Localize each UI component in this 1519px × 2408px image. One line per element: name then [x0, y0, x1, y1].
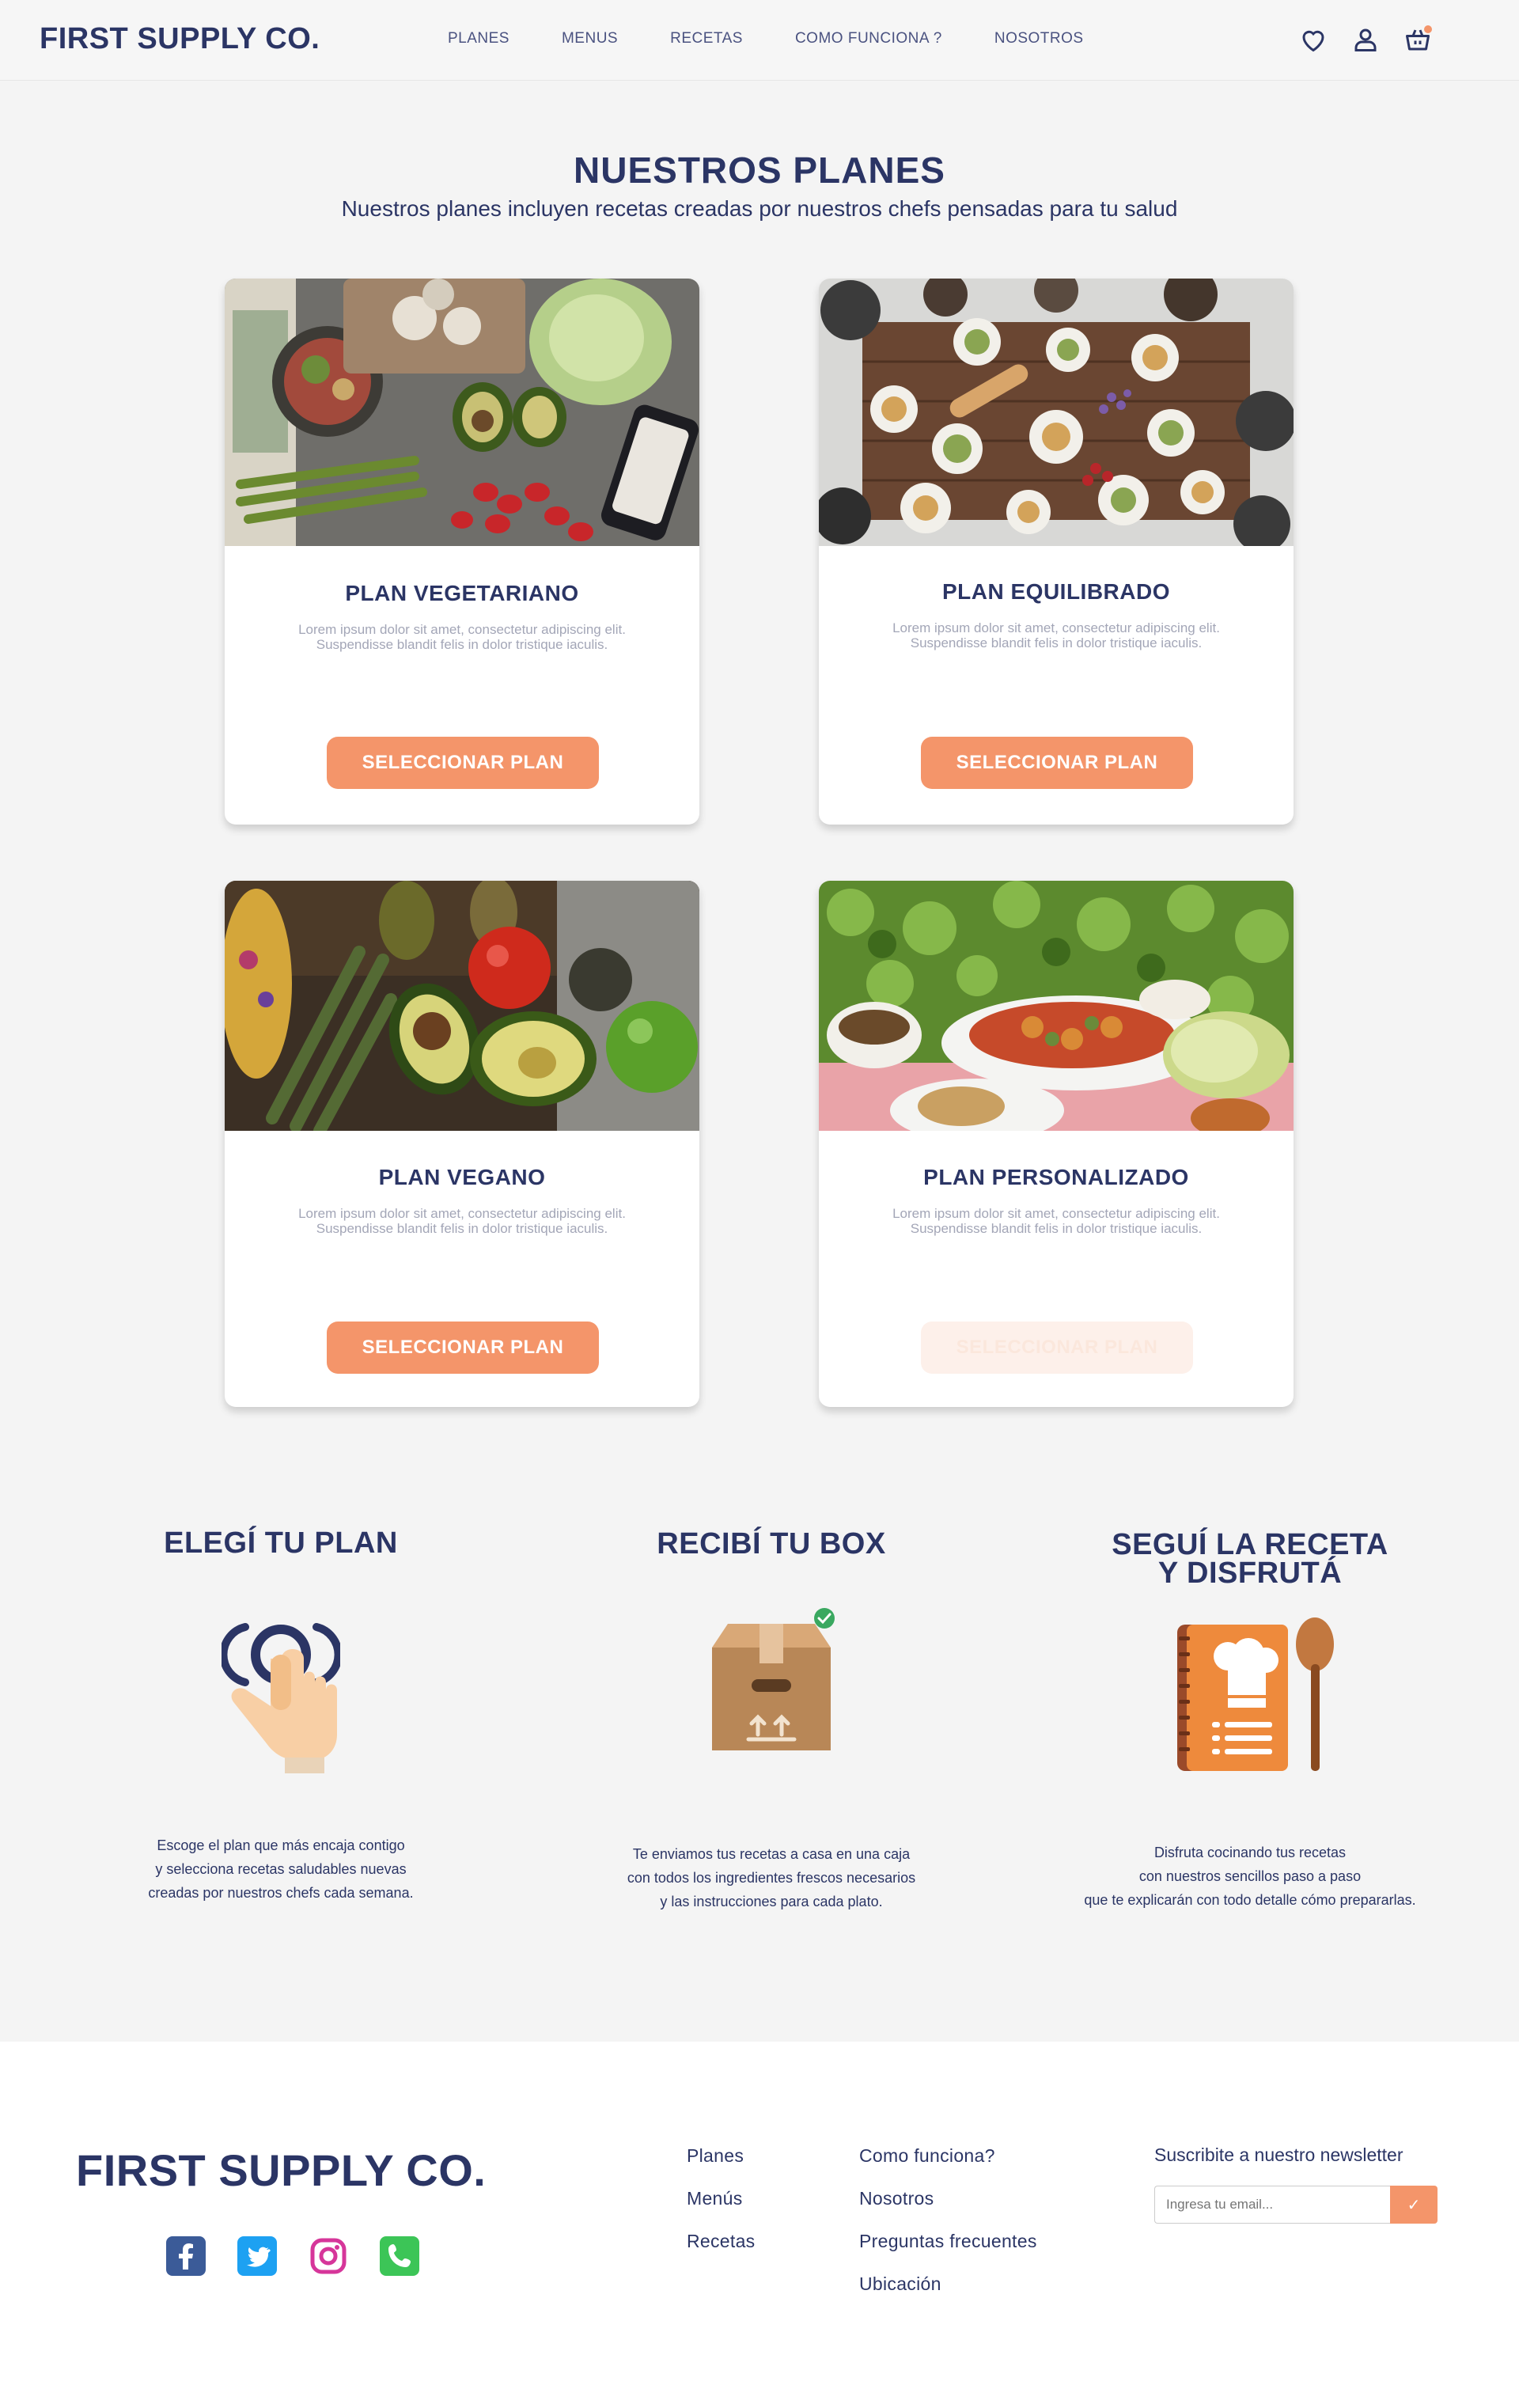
plan-desc-line2: Suspendisse blandit felis in dolor trist… — [316, 637, 608, 652]
plan-desc-line1: Lorem ipsum dolor sit amet, consectetur … — [298, 1206, 626, 1221]
step-title-choose: ELEGÍ TU PLAN — [123, 1526, 439, 1560]
select-plan-button[interactable]: SELECCIONAR PLAN — [327, 737, 599, 789]
step-text-line3: creadas por nuestros chefs cada semana. — [148, 1885, 414, 1901]
plan-title: PLAN PERSONALIZADO — [923, 1165, 1189, 1189]
step-text-line2: con todos los ingredientes frescos neces… — [627, 1870, 916, 1886]
plan-card-personalizado: PLAN PERSONALIZADO Lorem ipsum dolor sit… — [819, 881, 1294, 1407]
nav-nosotros[interactable]: NOSOTROS — [994, 30, 1084, 47]
nav-menus[interactable]: MENUS — [562, 30, 618, 47]
nav-como-funciona[interactable]: COMO FUNCIONA ? — [795, 30, 942, 47]
plan-title: PLAN VEGANO — [378, 1165, 546, 1189]
plan-title: PLAN VEGETARIANO — [345, 581, 579, 605]
plan-photo-equilibrado — [819, 279, 1294, 552]
plan-description: Lorem ipsum dolor sit amet, consectetur … — [874, 620, 1238, 650]
header-logo[interactable]: FIRST SUPPLY CO. — [40, 22, 320, 56]
footer-link-ubicacion[interactable]: Ubicación — [859, 2273, 941, 2295]
footer-logo[interactable]: FIRST SUPPLY CO. — [76, 2144, 486, 2196]
step-title-enjoy: SEGUÍ LA RECETA Y DISFRUTÁ — [1092, 1530, 1408, 1590]
step-title-line2: Y DISFRUTÁ — [1157, 1557, 1343, 1590]
plan-desc-line2: Suspendisse blandit felis in dolor trist… — [316, 1221, 608, 1236]
footer-link-como-funciona[interactable]: Como funciona? — [859, 2145, 995, 2167]
step-text-receive: Te enviamos tus recetas a casa en una ca… — [566, 1842, 977, 1913]
phone-icon[interactable] — [380, 2236, 419, 2276]
step-title-line1: RECIBÍ TU BOX — [657, 1527, 886, 1560]
step-text-line2: con nuestros sencillos paso a paso — [1138, 1868, 1362, 1884]
plan-card-vegano: PLAN VEGANO Lorem ipsum dolor sit amet, … — [225, 881, 699, 1407]
newsletter-email-input[interactable] — [1154, 2186, 1390, 2224]
hand-tap-icon — [219, 1611, 343, 1781]
nav-planes[interactable]: PLANES — [448, 30, 509, 47]
plan-description: Lorem ipsum dolor sit amet, consectetur … — [280, 1206, 644, 1236]
nav-recetas[interactable]: RECETAS — [670, 30, 743, 47]
newsletter-submit-button[interactable]: ✓ — [1390, 2186, 1438, 2224]
step-text-enjoy: Disfruta cocinando tus recetas con nuestr… — [1036, 1841, 1464, 1912]
delivery-box-icon — [696, 1608, 847, 1770]
select-plan-button-disabled[interactable]: SELECCIONAR PLAN — [921, 1322, 1193, 1374]
plan-desc-line2: Suspendisse blandit felis in dolor trist… — [910, 635, 1203, 650]
footer-link-menus[interactable]: Menús — [687, 2188, 743, 2209]
plan-desc-line1: Lorem ipsum dolor sit amet, consectetur … — [892, 620, 1220, 635]
step-text-line3: y las instrucciones para cada plato. — [660, 1894, 883, 1909]
footer-link-recetas[interactable]: Recetas — [687, 2231, 755, 2252]
newsletter-title: Suscribite a nuestro newsletter — [1154, 2144, 1403, 2165]
social-links — [166, 2236, 419, 2276]
plan-desc-line1: Lorem ipsum dolor sit amet, consectetur … — [892, 1206, 1220, 1221]
site-header: FIRST SUPPLY CO. PLANES MENUS RECETAS CO… — [0, 0, 1519, 81]
plan-desc-line1: Lorem ipsum dolor sit amet, consectetur … — [298, 622, 626, 637]
instagram-icon[interactable] — [309, 2236, 348, 2276]
user-icon[interactable] — [1351, 25, 1380, 54]
select-plan-button[interactable]: SELECCIONAR PLAN — [327, 1322, 599, 1374]
step-text-line2: y selecciona recetas saludables nuevas — [155, 1861, 407, 1877]
main-nav: PLANES MENUS RECETAS COMO FUNCIONA ? NOS… — [448, 30, 1136, 47]
facebook-icon[interactable] — [166, 2236, 206, 2276]
plan-desc-line2: Suspendisse blandit felis in dolor trist… — [910, 1221, 1203, 1236]
step-text-line1: Te enviamos tus recetas a casa en una ca… — [632, 1846, 911, 1862]
plan-description: Lorem ipsum dolor sit amet, consectetur … — [874, 1206, 1238, 1236]
footer-link-nosotros[interactable]: Nosotros — [859, 2188, 934, 2209]
plan-title: PLAN EQUILIBRADO — [942, 579, 1170, 604]
select-plan-button[interactable]: SELECCIONAR PLAN — [921, 737, 1193, 789]
heart-icon[interactable] — [1299, 25, 1328, 54]
plan-card-equilibrado: PLAN EQUILIBRADO Lorem ipsum dolor sit a… — [819, 279, 1294, 825]
plan-photo-vegetariano — [225, 279, 699, 546]
footer-link-planes[interactable]: Planes — [687, 2145, 744, 2167]
plan-photo-vegano — [225, 881, 699, 1137]
plans-title: NUESTROS PLANES — [574, 150, 945, 191]
recipe-book-spoon-icon — [1171, 1613, 1345, 1783]
check-icon: ✓ — [1407, 2196, 1421, 2214]
step-title-receive: RECIBÍ TU BOX — [613, 1527, 930, 1560]
header-icons — [1299, 25, 1432, 54]
step-text-line3: que te explicarán con todo detalle cómo … — [1084, 1892, 1416, 1908]
plan-card-vegetariano: PLAN VEGETARIANO Lorem ipsum dolor sit a… — [225, 279, 699, 825]
footer-link-faq[interactable]: Preguntas frecuentes — [859, 2231, 1037, 2252]
site-footer: FIRST SUPPLY CO. Planes Menús Recetas Co… — [0, 2042, 1519, 2408]
step-text-line1: Disfruta cocinando tus recetas — [1153, 1845, 1347, 1860]
step-text-line1: Escoge el plan que más encaja contigo — [157, 1837, 405, 1853]
cart-badge — [1424, 25, 1432, 33]
step-text-choose: Escoge el plan que más encaja contigo y s… — [83, 1833, 479, 1905]
plans-subtitle: Nuestros planes incluyen recetas creadas… — [341, 196, 1178, 221]
plan-description: Lorem ipsum dolor sit amet, consectetur … — [280, 622, 644, 652]
plan-photo-personalizado — [819, 881, 1294, 1142]
step-title-line1: ELEGÍ TU PLAN — [164, 1526, 398, 1560]
basket-icon[interactable] — [1403, 25, 1432, 54]
twitter-icon[interactable] — [237, 2236, 277, 2276]
